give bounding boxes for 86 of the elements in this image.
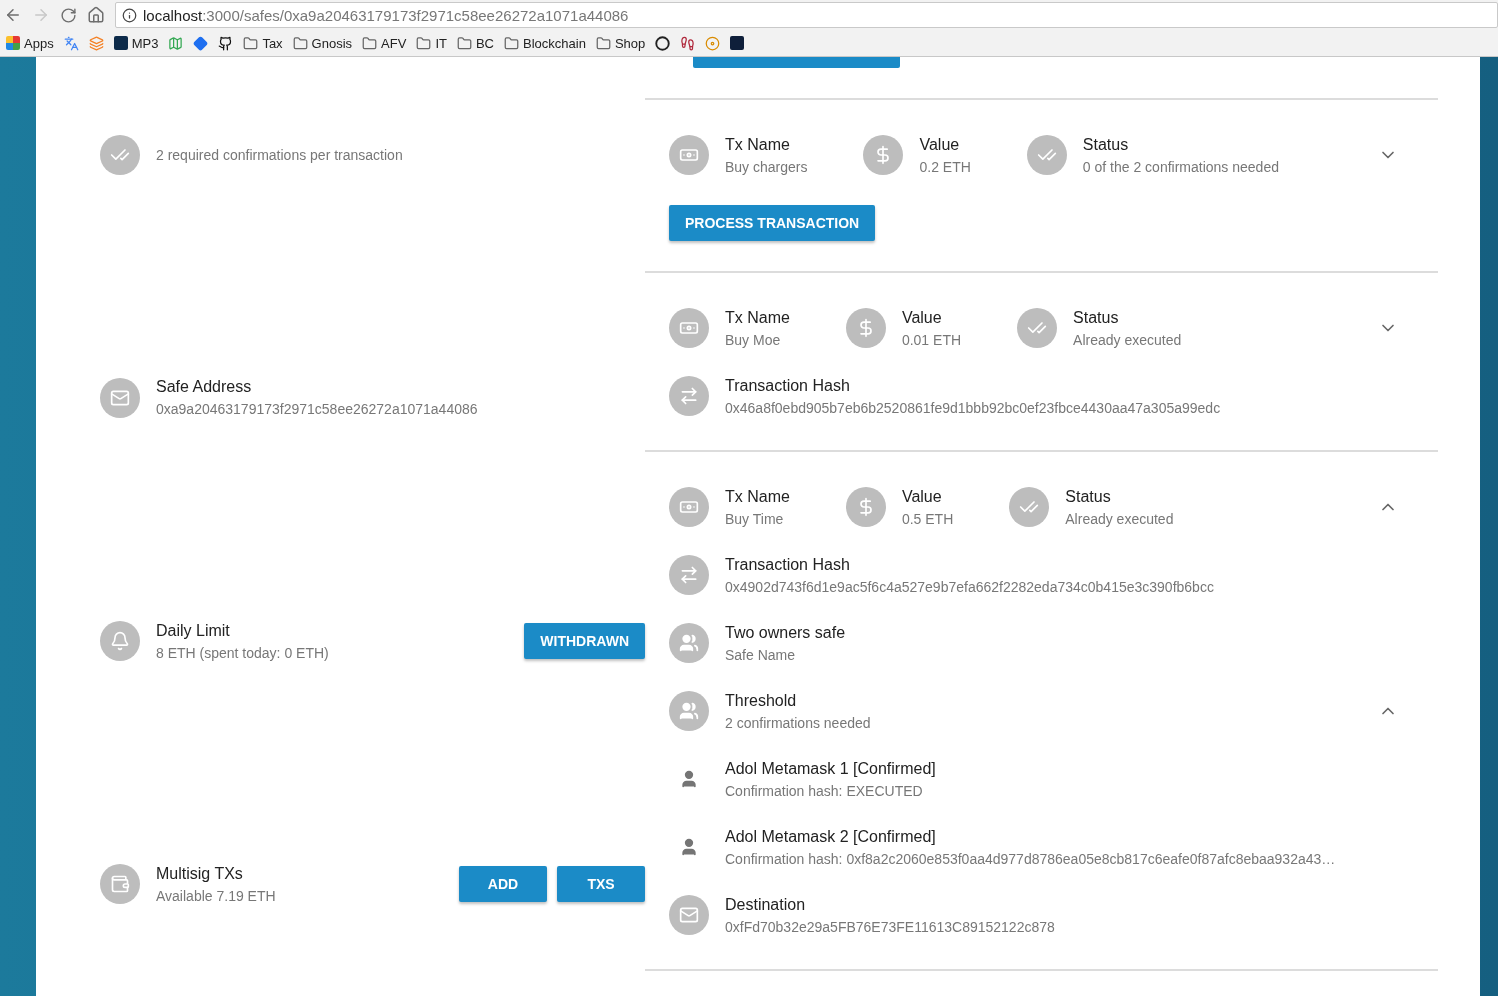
process-button[interactable]: PROCESS TRANSACTION bbox=[669, 205, 876, 241]
tx-value: 0.01 ETH bbox=[901, 331, 962, 348]
footprints-icon[interactable] bbox=[680, 35, 696, 51]
wallet-icon bbox=[110, 874, 130, 895]
field-label: Tx Name bbox=[725, 487, 790, 506]
item-value: Confirmation hash: 0xf8a2c2060e853f0aa4d977d8786ea05e8cb817c6eafe0f87afc8ebaa932a43… bbox=[725, 850, 1337, 867]
action-button[interactable]: TXS bbox=[557, 866, 645, 903]
url-path: :3000/safes/0xa9a20463179173f2971c58ee26272a1071a44086 bbox=[202, 6, 629, 24]
action-button[interactable]: ADD bbox=[459, 866, 547, 903]
home-icon[interactable] bbox=[87, 6, 105, 24]
field-label: Status bbox=[1082, 135, 1130, 154]
field-label: Value bbox=[919, 135, 961, 154]
bookmark-link[interactable]: AFV bbox=[381, 35, 407, 51]
person-icon bbox=[679, 769, 699, 789]
folder-icon bbox=[292, 35, 308, 51]
tx-status: Already executed bbox=[1065, 510, 1174, 527]
people-icon bbox=[679, 633, 699, 653]
item-title: Adol Metamask 1 [Confirmed] bbox=[725, 759, 937, 778]
item-title: Daily Limit bbox=[156, 621, 231, 640]
field-label: Status bbox=[1065, 487, 1112, 506]
square-icon bbox=[113, 36, 128, 50]
tx-value: 0.2 ETH bbox=[919, 158, 971, 175]
item-title: Destination bbox=[725, 895, 807, 914]
item-value: Confirmation hash: EXECUTED bbox=[725, 782, 924, 799]
item-title: Safe Address bbox=[156, 378, 253, 397]
item-value: Safe Name bbox=[725, 646, 797, 663]
bookmark-link[interactable]: IT bbox=[435, 35, 447, 51]
tx-value: 0.5 ETH bbox=[901, 510, 954, 527]
tx-name: Buy Moe bbox=[725, 331, 782, 348]
info-icon bbox=[122, 7, 137, 23]
tx-status: 0 of the 2 confirmations needed bbox=[1082, 158, 1279, 175]
bookmark-link[interactable]: Shop bbox=[614, 35, 646, 51]
field-label: Value bbox=[901, 487, 943, 506]
item-value: 0xfFd70b32e29a5FB76E73FE11613C89152122c878 bbox=[725, 918, 1056, 935]
square-icon[interactable] bbox=[730, 36, 745, 50]
action-button[interactable]: WITHDRAWN bbox=[524, 623, 645, 660]
tx-status: Already executed bbox=[1073, 331, 1182, 348]
field-label: Tx Name bbox=[725, 308, 790, 327]
tx-name: Buy Time bbox=[725, 510, 785, 527]
item-value: 8 ETH (spent today: 0 ETH) bbox=[156, 644, 330, 661]
item-value: 0xa9a20463179173f2971c58ee26272a1071a44086 bbox=[156, 401, 479, 418]
tx-name: Buy chargers bbox=[725, 158, 808, 175]
github-icon[interactable] bbox=[218, 35, 234, 51]
translate-icon[interactable] bbox=[63, 35, 79, 51]
stack-icon[interactable] bbox=[88, 35, 104, 51]
item-value: 2 confirmations needed bbox=[725, 714, 872, 731]
field-label: Tx Name bbox=[725, 135, 791, 154]
item-value: 0x4902d743f6d1e9ac5f6c4a527e9b7efa662f2282eda734c0b415e3c390fb6bcc bbox=[725, 578, 1215, 595]
map-icon[interactable] bbox=[168, 35, 184, 51]
bookmark-link[interactable]: BC bbox=[475, 35, 494, 51]
field-label: Value bbox=[901, 308, 943, 327]
bookmark-link[interactable]: MP3 bbox=[131, 35, 159, 51]
circle-icon[interactable] bbox=[655, 35, 671, 51]
item-title: Transaction Hash bbox=[725, 376, 851, 395]
back-icon[interactable] bbox=[4, 6, 22, 24]
bookmark-link[interactable]: Tax bbox=[262, 35, 283, 51]
item-value: 0x46a8f0ebd905b7eb6b2520861fe9d1bbb92bc0ef23fbce4430aa47a305a99edc bbox=[725, 399, 1222, 416]
diamond-icon[interactable] bbox=[193, 35, 209, 51]
people-icon bbox=[679, 701, 699, 721]
swap-arrows-icon bbox=[679, 565, 699, 585]
swap-arrows-icon bbox=[679, 386, 699, 406]
apps-icon bbox=[6, 36, 20, 50]
folder-icon bbox=[504, 35, 519, 51]
reload-icon[interactable] bbox=[60, 6, 77, 24]
disc-icon[interactable] bbox=[705, 35, 721, 51]
url-host: localhost bbox=[143, 6, 203, 24]
bookmark-link[interactable]: Blockchain bbox=[523, 35, 586, 51]
folder-icon bbox=[362, 35, 378, 51]
item-title: Transaction Hash bbox=[725, 555, 851, 574]
item-value: Available 7.19 ETH bbox=[156, 887, 277, 904]
item-value: 2 required confirmations per transaction bbox=[156, 146, 404, 163]
item-title: Two owners safe bbox=[725, 623, 847, 642]
item-title: Multisig TXs bbox=[156, 864, 244, 883]
item-title: Adol Metamask 2 [Confirmed] bbox=[725, 827, 937, 846]
bell-icon bbox=[110, 631, 130, 652]
folder-icon bbox=[243, 35, 259, 51]
address-bar[interactable]: localhost:3000/safes/0xa9a20463179173f2971c58ee26272a1071a44086 bbox=[115, 2, 1498, 28]
field-label: Status bbox=[1073, 308, 1120, 327]
folder-icon bbox=[456, 35, 472, 51]
person-icon bbox=[679, 837, 699, 857]
folder-icon bbox=[416, 35, 432, 51]
bookmark-link[interactable]: Gnosis bbox=[311, 35, 353, 51]
bookmark-link[interactable]: Apps bbox=[24, 35, 54, 51]
item-title: Threshold bbox=[725, 691, 798, 710]
folder-icon bbox=[595, 35, 611, 51]
mail-icon bbox=[679, 905, 699, 925]
